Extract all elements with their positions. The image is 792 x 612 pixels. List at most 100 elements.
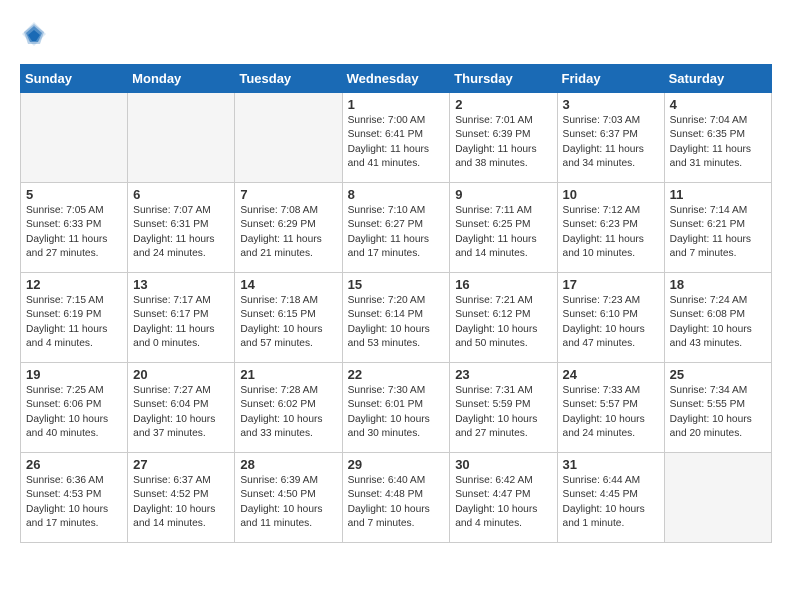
calendar-week-row: 26 Sunrise: 6:36 AM Sunset: 4:53 PM Dayli… — [21, 453, 772, 543]
logo — [20, 20, 52, 48]
weekday-header-thursday: Thursday — [450, 65, 557, 93]
calendar-cell: 9 Sunrise: 7:11 AM Sunset: 6:25 PM Daylig… — [450, 183, 557, 273]
day-number: 1 — [348, 97, 445, 112]
day-info: Sunrise: 7:12 AM Sunset: 6:23 PM Dayligh… — [563, 204, 659, 261]
day-info: Sunrise: 7:10 AM Sunset: 6:27 PM Dayligh… — [348, 204, 445, 261]
day-info: Sunrise: 7:27 AM Sunset: 6:04 PM Dayligh… — [133, 384, 229, 441]
day-number: 6 — [133, 187, 229, 202]
calendar-cell — [664, 453, 771, 543]
logo-icon — [20, 20, 48, 48]
calendar-cell — [128, 93, 235, 183]
day-info: Sunrise: 7:08 AM Sunset: 6:29 PM Dayligh… — [240, 204, 336, 261]
day-number: 29 — [348, 457, 445, 472]
calendar-week-row: 12 Sunrise: 7:15 AM Sunset: 6:19 PM Dayli… — [21, 273, 772, 363]
calendar-cell: 11 Sunrise: 7:14 AM Sunset: 6:21 PM Dayli… — [664, 183, 771, 273]
calendar-cell: 18Sunrise: 7:24 AM Sunset: 6:08 PM Dayli… — [664, 273, 771, 363]
calendar-cell: 24 Sunrise: 7:33 AM Sunset: 5:57 PM Dayli… — [557, 363, 664, 453]
day-number: 13 — [133, 277, 229, 292]
calendar-cell: 23 Sunrise: 7:31 AM Sunset: 5:59 PM Dayli… — [450, 363, 557, 453]
calendar-cell: 26 Sunrise: 6:36 AM Sunset: 4:53 PM Dayli… — [21, 453, 128, 543]
day-info: Sunrise: 7:21 AM Sunset: 6:12 PM Dayligh… — [455, 294, 551, 351]
day-info: Sunrise: 6:44 AM Sunset: 4:45 PM Dayligh… — [563, 474, 659, 531]
day-number: 16 — [455, 277, 551, 292]
calendar-cell: 15 Sunrise: 7:20 AM Sunset: 6:14 PM Dayli… — [342, 273, 450, 363]
calendar-cell: 27 Sunrise: 6:37 AM Sunset: 4:52 PM Dayli… — [128, 453, 235, 543]
day-info: Sunrise: 7:17 AM Sunset: 6:17 PM Dayligh… — [133, 294, 229, 351]
day-number: 18 — [670, 277, 766, 292]
day-info: Sunrise: 7:04 AM Sunset: 6:35 PM Dayligh… — [670, 114, 766, 171]
calendar-cell: 30 Sunrise: 6:42 AM Sunset: 4:47 PM Dayli… — [450, 453, 557, 543]
day-info: Sunrise: 7:20 AM Sunset: 6:14 PM Dayligh… — [348, 294, 445, 351]
day-info: Sunrise: 7:34 AM Sunset: 5:55 PM Dayligh… — [670, 384, 766, 441]
day-info: Sunrise: 7:11 AM Sunset: 6:25 PM Dayligh… — [455, 204, 551, 261]
day-number: 20 — [133, 367, 229, 382]
calendar-cell: 21 Sunrise: 7:28 AM Sunset: 6:02 PM Dayli… — [235, 363, 342, 453]
day-number: 8 — [348, 187, 445, 202]
calendar-cell: 1 Sunrise: 7:00 AM Sunset: 6:41 PM Daylig… — [342, 93, 450, 183]
calendar-cell: 31 Sunrise: 6:44 AM Sunset: 4:45 PM Dayli… — [557, 453, 664, 543]
day-number: 12 — [26, 277, 122, 292]
day-number: 15 — [348, 277, 445, 292]
calendar-cell: 20 Sunrise: 7:27 AM Sunset: 6:04 PM Dayli… — [128, 363, 235, 453]
day-info: Sunrise: 7:15 AM Sunset: 6:19 PM Dayligh… — [26, 294, 122, 351]
weekday-header-saturday: Saturday — [664, 65, 771, 93]
day-number: 28 — [240, 457, 336, 472]
day-info: Sunrise: 7:18 AM Sunset: 6:15 PM Dayligh… — [240, 294, 336, 351]
calendar-cell: 12 Sunrise: 7:15 AM Sunset: 6:19 PM Dayli… — [21, 273, 128, 363]
day-info: Sunrise: 7:03 AM Sunset: 6:37 PM Dayligh… — [563, 114, 659, 171]
day-info: Sunrise: 7:01 AM Sunset: 6:39 PM Dayligh… — [455, 114, 551, 171]
day-info: Sunrise: 7:05 AM Sunset: 6:33 PM Dayligh… — [26, 204, 122, 261]
calendar-cell: 19Sunrise: 7:25 AM Sunset: 6:06 PM Dayli… — [21, 363, 128, 453]
calendar-cell: 25 Sunrise: 7:34 AM Sunset: 5:55 PM Dayli… — [664, 363, 771, 453]
day-info: Sunrise: 6:39 AM Sunset: 4:50 PM Dayligh… — [240, 474, 336, 531]
day-number: 21 — [240, 367, 336, 382]
weekday-header-row: SundayMondayTuesdayWednesdayThursdayFrid… — [21, 65, 772, 93]
day-info: Sunrise: 7:31 AM Sunset: 5:59 PM Dayligh… — [455, 384, 551, 441]
day-number: 10 — [563, 187, 659, 202]
calendar-cell: 28 Sunrise: 6:39 AM Sunset: 4:50 PM Dayli… — [235, 453, 342, 543]
calendar-cell: 3 Sunrise: 7:03 AM Sunset: 6:37 PM Daylig… — [557, 93, 664, 183]
day-info: Sunrise: 7:00 AM Sunset: 6:41 PM Dayligh… — [348, 114, 445, 171]
day-number: 25 — [670, 367, 766, 382]
day-number: 9 — [455, 187, 551, 202]
day-info: Sunrise: 7:30 AM Sunset: 6:01 PM Dayligh… — [348, 384, 445, 441]
calendar-cell — [235, 93, 342, 183]
calendar-cell: 5 Sunrise: 7:05 AM Sunset: 6:33 PM Daylig… — [21, 183, 128, 273]
calendar-cell: 2Sunrise: 7:01 AM Sunset: 6:39 PM Daylig… — [450, 93, 557, 183]
calendar-cell: 17 Sunrise: 7:23 AM Sunset: 6:10 PM Dayli… — [557, 273, 664, 363]
page-header — [20, 20, 772, 48]
day-number: 11 — [670, 187, 766, 202]
day-info: Sunrise: 6:42 AM Sunset: 4:47 PM Dayligh… — [455, 474, 551, 531]
day-number: 24 — [563, 367, 659, 382]
day-info: Sunrise: 7:28 AM Sunset: 6:02 PM Dayligh… — [240, 384, 336, 441]
day-number: 26 — [26, 457, 122, 472]
day-info: Sunrise: 7:25 AM Sunset: 6:06 PM Dayligh… — [26, 384, 122, 441]
calendar-cell: 16 Sunrise: 7:21 AM Sunset: 6:12 PM Dayli… — [450, 273, 557, 363]
day-number: 7 — [240, 187, 336, 202]
day-info: Sunrise: 7:14 AM Sunset: 6:21 PM Dayligh… — [670, 204, 766, 261]
day-info: Sunrise: 7:33 AM Sunset: 5:57 PM Dayligh… — [563, 384, 659, 441]
day-number: 31 — [563, 457, 659, 472]
day-number: 27 — [133, 457, 229, 472]
day-number: 30 — [455, 457, 551, 472]
calendar-week-row: 19Sunrise: 7:25 AM Sunset: 6:06 PM Dayli… — [21, 363, 772, 453]
day-number: 23 — [455, 367, 551, 382]
weekday-header-monday: Monday — [128, 65, 235, 93]
calendar-cell: 8 Sunrise: 7:10 AM Sunset: 6:27 PM Daylig… — [342, 183, 450, 273]
day-number: 3 — [563, 97, 659, 112]
day-number: 17 — [563, 277, 659, 292]
calendar-week-row: 1 Sunrise: 7:00 AM Sunset: 6:41 PM Daylig… — [21, 93, 772, 183]
calendar-cell: 13 Sunrise: 7:17 AM Sunset: 6:17 PM Dayli… — [128, 273, 235, 363]
day-info: Sunrise: 7:23 AM Sunset: 6:10 PM Dayligh… — [563, 294, 659, 351]
calendar-cell: 10 Sunrise: 7:12 AM Sunset: 6:23 PM Dayli… — [557, 183, 664, 273]
day-info: Sunrise: 6:36 AM Sunset: 4:53 PM Dayligh… — [26, 474, 122, 531]
day-number: 4 — [670, 97, 766, 112]
calendar-cell: 29Sunrise: 6:40 AM Sunset: 4:48 PM Dayli… — [342, 453, 450, 543]
calendar-cell — [21, 93, 128, 183]
calendar-cell: 6Sunrise: 7:07 AM Sunset: 6:31 PM Daylig… — [128, 183, 235, 273]
day-number: 5 — [26, 187, 122, 202]
calendar-week-row: 5 Sunrise: 7:05 AM Sunset: 6:33 PM Daylig… — [21, 183, 772, 273]
weekday-header-friday: Friday — [557, 65, 664, 93]
day-info: Sunrise: 6:37 AM Sunset: 4:52 PM Dayligh… — [133, 474, 229, 531]
calendar-table: SundayMondayTuesdayWednesdayThursdayFrid… — [20, 64, 772, 543]
